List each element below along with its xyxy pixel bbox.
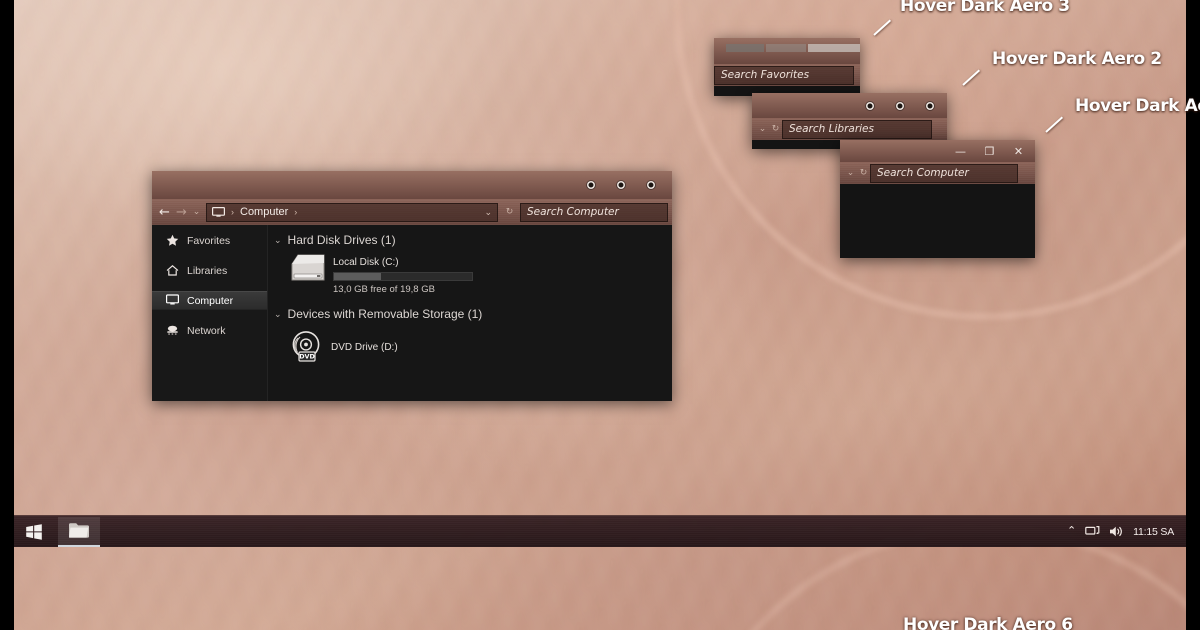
minimize-button-computer-bg[interactable]: —	[946, 140, 975, 164]
drive-free-space: 13,0 GB free of 19,8 GB	[333, 284, 435, 295]
window-body-computer-bg	[840, 184, 1035, 258]
annotation-label-1: Hover Dark Aero 1	[1075, 96, 1200, 116]
start-button[interactable]	[14, 516, 54, 548]
drive-label: Local Disk (C:)	[333, 257, 399, 268]
minimize-button-libraries[interactable]	[855, 93, 885, 120]
screenshot-root: Hover Dark Aero 3 Hover Dark Aero 2 Hove…	[0, 0, 1200, 630]
group-header-label: Devices with Removable Storage (1)	[287, 307, 483, 321]
back-button[interactable]: ←	[156, 202, 173, 222]
star-icon	[166, 234, 179, 247]
explorer-window-computer-bg[interactable]: — ❐ ✕ ⌄ ↻ Search Computer	[840, 140, 1035, 258]
drive-label: DVD Drive (D:)	[331, 342, 398, 353]
dvd-drive-icon: DVD	[290, 330, 324, 362]
group-header-removable-storage[interactable]: ⌄ Devices with Removable Storage (1)	[274, 307, 672, 321]
sidebar-item-favorites[interactable]: Favorites	[152, 231, 267, 250]
group-header-hard-disk-drives[interactable]: ⌄ Hard Disk Drives (1)	[274, 233, 672, 247]
system-tray: ⌃ 11:15 SA	[1067, 525, 1186, 538]
scrollbar-track-right[interactable]	[808, 44, 860, 52]
navrow-favorites: Search Favorites	[714, 64, 860, 86]
navigation-bar: ← → ⌄ › Computer › ⌄ ↻ Search Computer	[152, 199, 672, 225]
explorer-window-main[interactable]: ← → ⌄ › Computer › ⌄ ↻ Search Computer F…	[152, 171, 672, 401]
minimize-button[interactable]	[576, 171, 606, 199]
network-tray-icon[interactable]	[1085, 525, 1100, 538]
taskbar-clock[interactable]: 11:15 SA	[1133, 526, 1174, 538]
chevron-down-icon[interactable]: ⌄	[274, 309, 282, 320]
scrollbar-track-left[interactable]	[726, 44, 764, 52]
close-button[interactable]	[636, 171, 666, 199]
sidebar-item-label: Favorites	[187, 234, 231, 247]
annotation-label-3: Hover Dark Aero 3	[900, 0, 1070, 16]
address-dropdown-libraries[interactable]: ⌄	[756, 119, 769, 139]
explorer-window-favorites[interactable]: Search Favorites	[714, 38, 860, 96]
svg-text:DVD: DVD	[299, 353, 315, 361]
titlebar-libraries[interactable]	[752, 93, 947, 118]
group-header-label: Hard Disk Drives (1)	[287, 233, 396, 247]
folder-icon	[69, 523, 89, 538]
breadcrumb-sep-0: ›	[231, 207, 234, 217]
home-icon	[166, 264, 179, 277]
sidebar-item-label: Computer	[187, 294, 234, 307]
forward-button[interactable]: →	[173, 202, 190, 222]
sidebar-item-libraries[interactable]: Libraries	[152, 261, 267, 280]
titlebar-main[interactable]	[152, 171, 672, 199]
chevron-down-icon[interactable]: ⌄	[484, 207, 492, 218]
titlebar-favorites[interactable]	[714, 38, 860, 64]
address-dropdown-computer-bg[interactable]: ⌄	[844, 163, 857, 183]
window-controls-main	[576, 171, 666, 199]
annotation-label-6: Hover Dark Aero 6	[903, 615, 1073, 630]
address-bar[interactable]: › Computer › ⌄	[206, 202, 498, 222]
address-bar-actions: ⌄	[484, 207, 492, 218]
volume-icon[interactable]	[1109, 525, 1124, 538]
search-input-favorites[interactable]: Search Favorites	[714, 65, 854, 85]
navrow-computer-bg: ⌄ ↻ Search Computer	[840, 162, 1035, 184]
window-controls-libraries	[855, 93, 945, 118]
show-hidden-icons-button[interactable]: ⌃	[1067, 526, 1076, 537]
scrollbar-thumb[interactable]	[766, 44, 806, 52]
maximize-button-computer-bg[interactable]: ❐	[975, 140, 1004, 164]
taskbar-item-file-explorer[interactable]	[58, 516, 100, 547]
refresh-button-libraries[interactable]: ↻	[769, 119, 782, 139]
navrow-libraries: ⌄ ↻ Search Libraries	[752, 118, 947, 140]
search-input-libraries[interactable]: Search Libraries	[782, 119, 932, 139]
breadcrumb-item-computer[interactable]: Computer	[240, 206, 288, 218]
capacity-bar	[333, 272, 473, 281]
computer-icon	[212, 206, 225, 218]
search-input-computer-bg[interactable]: Search Computer	[870, 163, 1018, 183]
chevron-down-icon[interactable]: ⌄	[274, 235, 282, 246]
navigation-pane: Favorites Libraries Computer Network	[152, 225, 268, 401]
annotation-label-2: Hover Dark Aero 2	[992, 49, 1162, 69]
taskbar[interactable]: ⌃ 11:15 SA	[14, 515, 1186, 547]
sidebar-item-network[interactable]: Network	[152, 321, 267, 340]
network-icon	[166, 324, 179, 337]
sidebar-item-label: Network	[187, 324, 226, 337]
sidebar-item-label: Libraries	[187, 264, 228, 277]
search-input[interactable]: Search Computer	[520, 202, 668, 222]
maximize-button-libraries[interactable]	[885, 93, 915, 120]
local-disk-details: Local Disk (C:) 13,0 GB free of 19,8 GB	[333, 253, 473, 295]
window-controls-computer-bg: — ❐ ✕	[946, 140, 1033, 162]
window-body-main: Favorites Libraries Computer Network ⌄ H…	[152, 225, 672, 401]
close-button-libraries[interactable]	[915, 93, 945, 120]
refresh-button-computer-bg[interactable]: ↻	[857, 163, 870, 183]
titlebar-computer-bg[interactable]: — ❐ ✕	[840, 140, 1035, 162]
close-button-computer-bg[interactable]: ✕	[1004, 140, 1033, 164]
list-item-dvd-drive[interactable]: DVD DVD Drive (D:)	[274, 325, 672, 368]
capacity-bar-fill	[334, 273, 381, 280]
maximize-button[interactable]	[606, 171, 636, 199]
list-item-local-disk[interactable]: Local Disk (C:) 13,0 GB free of 19,8 GB	[274, 251, 672, 301]
content-pane[interactable]: ⌄ Hard Disk Drives (1) Local Disk (C:) 1…	[268, 225, 672, 401]
hard-drive-icon	[290, 253, 326, 288]
recent-pages-button[interactable]: ⌄	[190, 202, 203, 222]
refresh-button[interactable]: ↻	[503, 202, 516, 222]
monitor-icon	[166, 294, 180, 307]
sidebar-item-computer[interactable]: Computer	[152, 291, 267, 310]
breadcrumb-sep-1[interactable]: ›	[292, 207, 299, 217]
windows-logo-icon	[26, 523, 42, 540]
